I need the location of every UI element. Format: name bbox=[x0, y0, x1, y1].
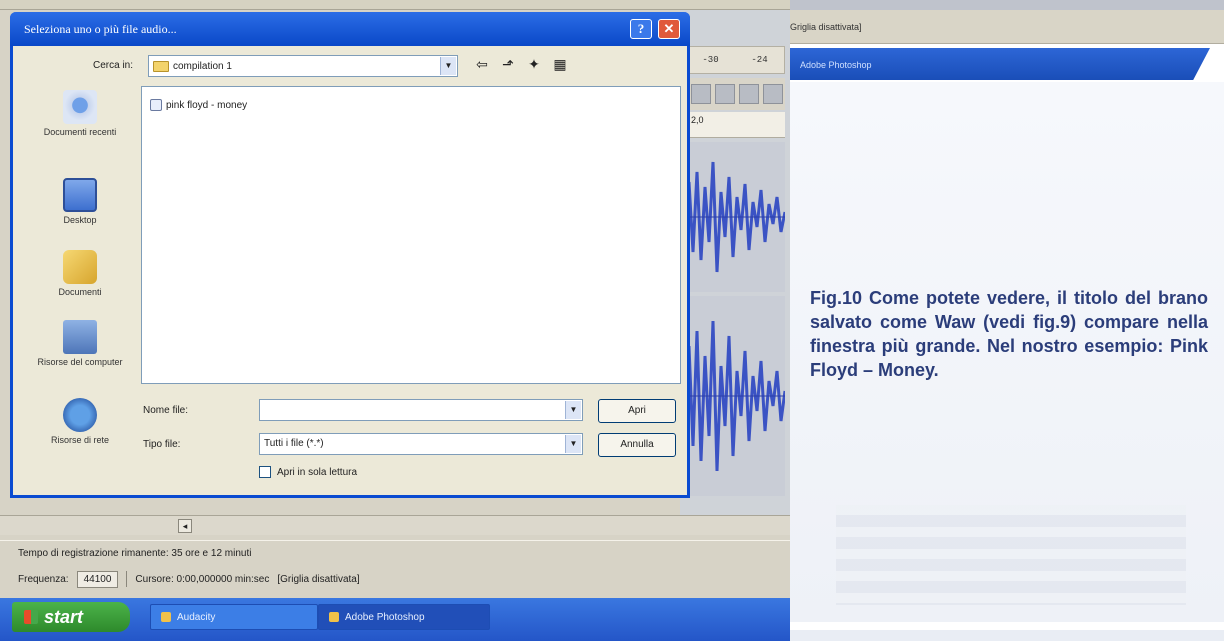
taskbar: start Audacity Adobe Photoshop bbox=[0, 598, 790, 641]
network-places-icon bbox=[63, 398, 97, 432]
taskbar-item-photoshop[interactable]: Adobe Photoshop bbox=[318, 604, 490, 630]
status-fragment: Griglia disattivata] bbox=[790, 10, 1224, 44]
taskbar-item-label: Audacity bbox=[177, 611, 216, 623]
cut-icon[interactable] bbox=[691, 84, 711, 104]
start-button[interactable]: start bbox=[12, 602, 130, 632]
cursor-readout: Cursore: 0:00,000000 min:sec bbox=[135, 573, 270, 585]
level-meter: -30 -24 bbox=[685, 46, 785, 74]
dialog-nav-toolbar: ⇦ ⬏ ✦ ▦ bbox=[473, 56, 569, 73]
open-file-dialog: Seleziona uno o più file audio... ? ✕ Ce… bbox=[10, 12, 690, 498]
photoshop-tab-fragment: Adobe Photoshop bbox=[790, 48, 1210, 80]
waveform bbox=[685, 161, 785, 273]
figure-caption: Fig.10 Come potete vedere, il titolo del… bbox=[810, 288, 1208, 380]
filetype-label: Tipo file: bbox=[143, 439, 181, 450]
place-recent-documents[interactable]: Documenti recenti bbox=[25, 90, 135, 138]
chevron-down-icon[interactable]: ▼ bbox=[565, 401, 581, 419]
edit-toolbar bbox=[685, 78, 785, 110]
list-item[interactable]: pink floyd - money bbox=[150, 99, 247, 111]
waveform bbox=[685, 320, 785, 472]
audio-track-left[interactable] bbox=[685, 142, 785, 292]
horizontal-scrollbar[interactable]: ◂ bbox=[0, 515, 790, 535]
chevron-down-icon[interactable]: ▼ bbox=[440, 57, 456, 75]
open-button[interactable]: Apri bbox=[598, 399, 676, 423]
up-folder-icon[interactable]: ⬏ bbox=[499, 56, 517, 73]
copy-icon[interactable] bbox=[715, 84, 735, 104]
cancel-button[interactable]: Annulla bbox=[598, 433, 676, 457]
status-separator bbox=[126, 571, 128, 587]
ruler-tick-label: 2,0 bbox=[691, 115, 704, 125]
dialog-titlebar[interactable]: Seleziona uno o più file audio... ? ✕ bbox=[10, 12, 690, 46]
place-label: Risorse di rete bbox=[50, 435, 110, 445]
dialog-title: Seleziona uno o più file audio... bbox=[24, 22, 177, 36]
place-documents[interactable]: Documenti bbox=[25, 250, 135, 298]
photoshop-tab-label: Adobe Photoshop bbox=[800, 60, 872, 70]
faded-text-block bbox=[836, 505, 1186, 605]
my-documents-icon bbox=[63, 250, 97, 284]
meter-label: -24 bbox=[751, 55, 768, 65]
meter-label: -30 bbox=[702, 55, 719, 65]
taskbar-item-label: Adobe Photoshop bbox=[345, 611, 425, 623]
readonly-option[interactable]: Apri in sola lettura bbox=[259, 466, 357, 478]
filetype-value: Tutti i file (*.*) bbox=[264, 438, 324, 449]
chevron-down-icon[interactable]: ▼ bbox=[565, 435, 581, 453]
taskbar-item-audacity[interactable]: Audacity bbox=[150, 604, 318, 630]
new-folder-icon[interactable]: ✦ bbox=[525, 56, 543, 73]
place-label: Documenti bbox=[58, 287, 102, 297]
back-arrow-icon[interactable]: ⇦ bbox=[473, 56, 491, 73]
file-name: pink floyd - money bbox=[166, 99, 248, 111]
screenshot-strip bbox=[790, 0, 1224, 10]
look-in-dropdown[interactable]: compilation 1 ▼ bbox=[148, 55, 458, 77]
filename-label: Nome file: bbox=[143, 405, 189, 416]
audio-track-right[interactable] bbox=[685, 296, 785, 496]
snap-status: [Griglia disattivata] bbox=[277, 573, 360, 585]
readonly-label: Apri in sola lettura bbox=[277, 466, 358, 478]
view-menu-icon[interactable]: ▦ bbox=[551, 56, 569, 73]
file-list[interactable]: pink floyd - money bbox=[141, 86, 681, 384]
place-network[interactable]: Risorse di rete bbox=[25, 398, 135, 446]
photoshop-icon bbox=[329, 612, 339, 622]
status-bar: Frequenza: 44100 Cursore: 0:00,000000 mi… bbox=[0, 566, 790, 592]
screenshot-area: -30 -24 2,0 ◂ Tempo di registrazione rim… bbox=[0, 0, 790, 641]
readonly-checkbox[interactable] bbox=[259, 466, 271, 478]
scroll-left-button[interactable]: ◂ bbox=[178, 519, 192, 533]
page-right: Griglia disattivata] Adobe Photoshop Fig… bbox=[790, 0, 1224, 641]
filetype-dropdown[interactable]: Tutti i file (*.*) ▼ bbox=[259, 433, 583, 455]
app-menubar bbox=[0, 0, 790, 10]
audio-file-icon bbox=[150, 99, 162, 111]
my-computer-icon bbox=[63, 320, 97, 354]
trim-icon[interactable] bbox=[763, 84, 783, 104]
windows-flag-icon bbox=[24, 610, 38, 624]
paste-icon[interactable] bbox=[739, 84, 759, 104]
look-in-label: Cerca in: bbox=[93, 60, 134, 71]
frequency-field[interactable]: 44100 bbox=[76, 570, 119, 588]
place-computer[interactable]: Risorse del computer bbox=[25, 320, 135, 368]
place-label: Risorse del computer bbox=[37, 357, 123, 367]
filename-input[interactable]: ▼ bbox=[259, 399, 583, 421]
desktop-icon bbox=[63, 178, 97, 212]
frequency-label: Frequenza: bbox=[18, 573, 69, 585]
audacity-icon bbox=[161, 612, 171, 622]
places-bar: Documenti recenti Desktop Documenti Riso… bbox=[25, 86, 135, 466]
grid-status: Griglia disattivata] bbox=[790, 22, 862, 32]
place-desktop[interactable]: Desktop bbox=[25, 178, 135, 226]
page-bottom bbox=[790, 630, 1224, 641]
status-recording-time: Tempo di registrazione rimanente: 35 ore… bbox=[0, 540, 790, 564]
start-label: start bbox=[44, 606, 84, 627]
recent-documents-icon bbox=[63, 90, 97, 124]
help-button[interactable]: ? bbox=[630, 19, 652, 39]
close-button[interactable]: ✕ bbox=[658, 19, 680, 39]
timeline-ruler[interactable]: 2,0 bbox=[685, 112, 785, 138]
place-label: Desktop bbox=[63, 215, 97, 225]
folder-icon bbox=[153, 60, 169, 72]
look-in-value: compilation 1 bbox=[173, 60, 232, 72]
place-label: Documenti recenti bbox=[43, 127, 117, 137]
